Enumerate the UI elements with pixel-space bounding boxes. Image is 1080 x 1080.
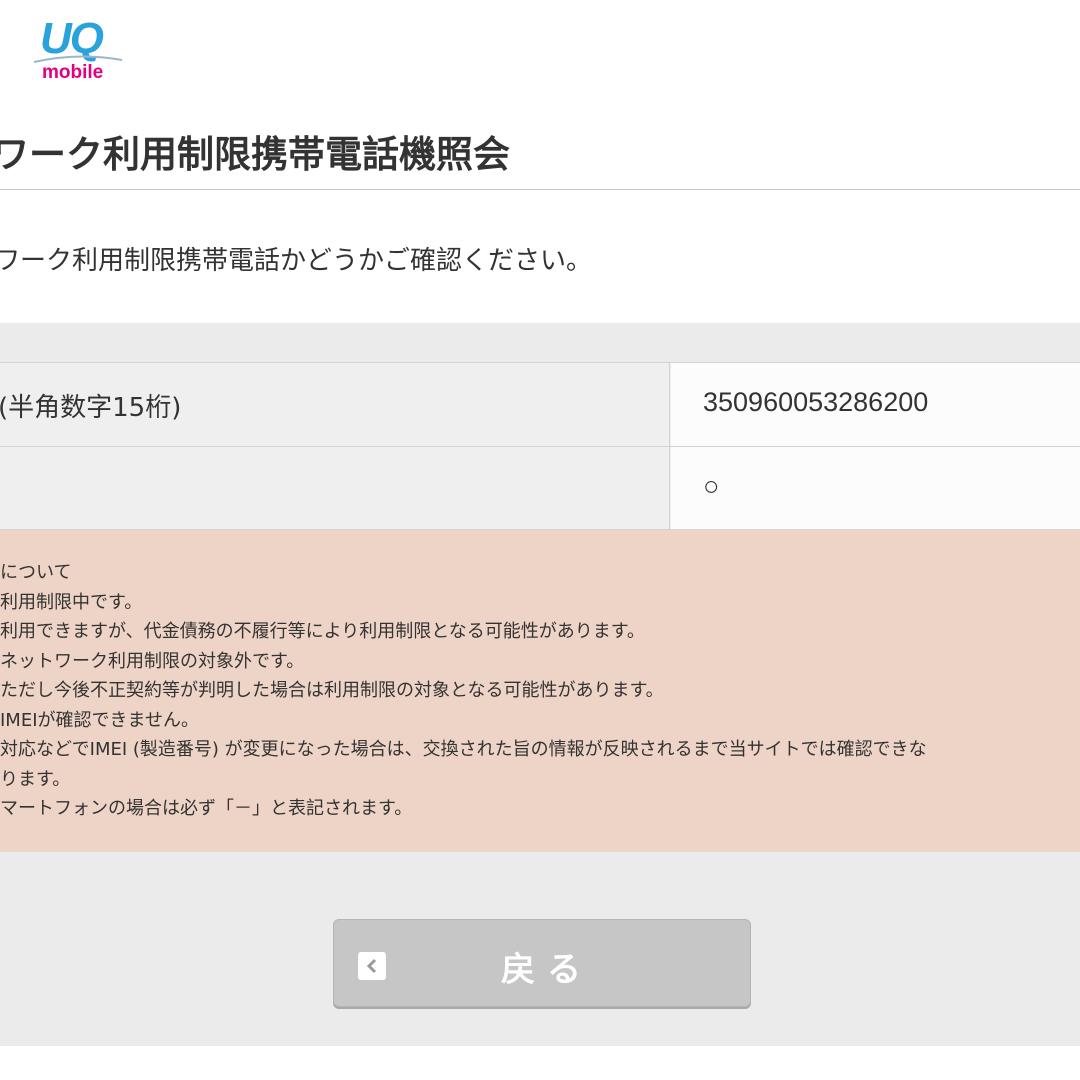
table-value-cell: 350960053286200 <box>671 363 1080 446</box>
list-item: マートフォンの場合は必ず「－」と表記されます。 <box>0 798 413 819</box>
list-item: ただし今後不正契約等が判明した場合は利用制限の対象となる可能性があります。 <box>0 680 664 701</box>
logo-mobile-text: mobile <box>42 62 104 83</box>
list-item: 利用制限中です。 <box>0 591 143 613</box>
list-item: IMEIが確認できません。 <box>0 709 199 731</box>
table-row: ○ <box>0 446 1080 530</box>
imei-value: 350960053286200 <box>703 387 929 417</box>
notes-box: について 利用制限中です。 利用できますが、代金債務の不履行等により利用制限とな… <box>0 530 1080 852</box>
list-item: について <box>0 562 72 583</box>
list-item: ネットワーク利用制限の対象外です。 <box>0 650 305 672</box>
page-title: ワーク利用制限携帯電話機照会 <box>0 133 510 176</box>
lead-text: ワーク利用制限携帯電話かどうかご確認ください。 <box>0 246 593 276</box>
table-label-cell <box>0 447 670 529</box>
notes-list: について 利用制限中です。 利用できますが、代金債務の不履行等により利用制限とな… <box>0 558 927 824</box>
title-divider <box>0 189 1080 190</box>
status-value: ○ <box>703 471 720 501</box>
back-button[interactable]: 戻る <box>333 919 751 1007</box>
table-label-cell: (半角数字15桁) <box>0 363 670 446</box>
table-value-cell: ○ <box>671 447 1080 529</box>
table-row: (半角数字15桁) 350960053286200 <box>0 362 1080 446</box>
list-item: 利用できますが、代金債務の不履行等により利用制限となる可能性があります。 <box>0 621 645 642</box>
imei-label: (半角数字15桁) <box>0 393 182 423</box>
list-item: 対応などでIMEI (製造番号) が変更になった場合は、交換された旨の情報が反映… <box>0 739 927 760</box>
uq-mobile-logo[interactable]: UQ mobile <box>30 14 140 86</box>
back-button-label: 戻る <box>501 950 593 990</box>
list-item: ります。 <box>0 768 71 790</box>
